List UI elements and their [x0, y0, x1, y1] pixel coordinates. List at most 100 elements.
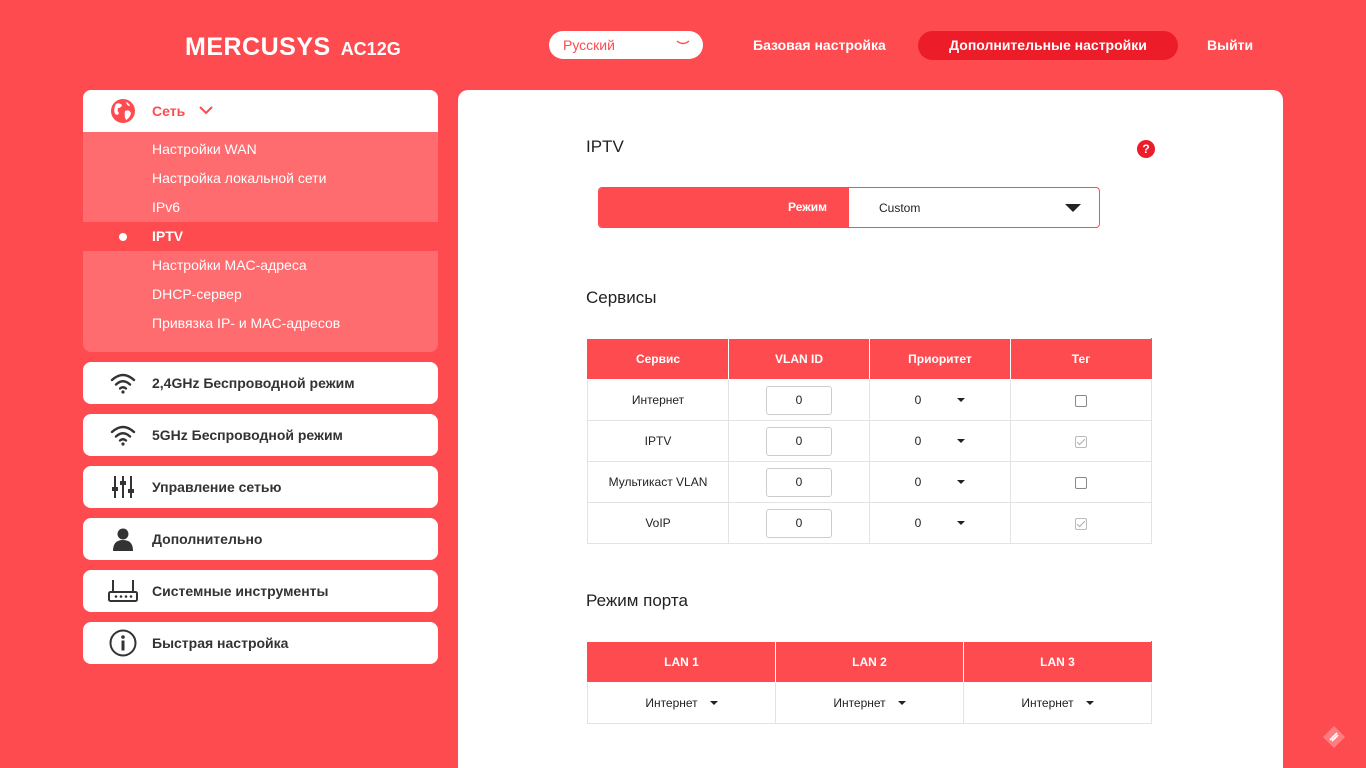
caret-down-icon [957, 480, 966, 484]
sidebar-item-advanced[interactable]: Дополнительно [83, 518, 438, 560]
model-name: AC12G [340, 39, 401, 59]
tag-checkbox[interactable] [1075, 435, 1087, 448]
submenu-item-mac[interactable]: Настройки MAC-адреса [83, 251, 438, 280]
sidebar-item-system-tools-label: Системные инструменты [152, 583, 329, 599]
active-dot-icon [119, 233, 127, 241]
caret-down-icon [1065, 204, 1081, 212]
help-icon[interactable]: ? [1137, 140, 1155, 158]
feedback-icon[interactable] [1322, 725, 1346, 749]
mode-value: Custom [879, 200, 921, 215]
sidebar-item-advanced-label: Дополнительно [152, 531, 263, 547]
priority-select[interactable]: 0 [915, 475, 966, 489]
table-row: Интернет Интернет Интернет [587, 682, 1152, 724]
vlan-id-input[interactable] [766, 467, 832, 497]
priority-select[interactable]: 0 [915, 434, 966, 448]
router-icon [108, 576, 138, 606]
sidebar-item-network-control[interactable]: Управление сетью [83, 466, 438, 508]
user-icon [108, 524, 138, 554]
table-row: Мультикаст VLAN 0 [587, 461, 1152, 503]
priority-select[interactable]: 0 [915, 516, 966, 530]
caret-down-icon [957, 398, 966, 402]
sidebar-item-network-label: Сеть [152, 103, 186, 119]
lan3-mode-select[interactable]: Интернет [1021, 696, 1094, 710]
brand-logo: MERCUSYS AC12G [185, 33, 401, 62]
services-table: Сервис VLAN ID Приоритет Тег Интернет 0 … [587, 338, 1152, 544]
tag-checkbox[interactable] [1075, 517, 1087, 530]
priority-value: 0 [914, 475, 922, 489]
col-lan3: LAN 3 [963, 641, 1152, 683]
tag-checkbox[interactable] [1075, 476, 1087, 489]
nav-advanced-settings[interactable]: Дополнительные настройки [918, 31, 1178, 60]
services-title: Сервисы [586, 288, 657, 307]
priority-select[interactable]: 0 [915, 393, 966, 407]
sidebar-item-network[interactable]: Сеть [83, 90, 438, 132]
chevron-down-icon [675, 36, 691, 55]
caret-down-icon [709, 701, 718, 705]
submenu-item-lan[interactable]: Настройка локальной сети [83, 164, 438, 193]
caret-down-icon [1085, 701, 1094, 705]
sidebar-item-wireless-5-label: 5GHz Беспроводной режим [152, 427, 343, 443]
lan3-mode-value: Интернет [1021, 696, 1074, 710]
caret-down-icon [897, 701, 906, 705]
col-priority: Приоритет [869, 338, 1011, 380]
vlan-id-input[interactable] [766, 508, 832, 538]
port-mode-title: Режим порта [586, 591, 688, 610]
submenu-item-iptv[interactable]: IPTV [83, 222, 438, 251]
services-header-row: Сервис VLAN ID Приоритет Тег [587, 338, 1152, 380]
service-name: Мультикаст VLAN [587, 461, 729, 503]
lan1-mode-value: Интернет [645, 696, 698, 710]
submenu-item-ip-mac-binding[interactable]: Привязка IP- и MAC-адресов [83, 309, 438, 338]
service-name: VoIP [587, 502, 729, 544]
chevron-down-icon [199, 102, 213, 120]
col-tag: Тег [1010, 338, 1152, 380]
info-icon [108, 628, 138, 658]
mode-label: Режим [599, 188, 849, 227]
globe-icon [108, 96, 138, 126]
service-name: Интернет [587, 379, 729, 421]
sidebar-item-wireless-24[interactable]: 2,4GHz Беспроводной режим [83, 362, 438, 404]
nav-exit[interactable]: Выйти [1207, 31, 1253, 60]
sidebar-item-wireless-24-label: 2,4GHz Беспроводной режим [152, 375, 355, 391]
col-lan2: LAN 2 [775, 641, 964, 683]
submenu-item-ipv6[interactable]: IPv6 [83, 193, 438, 222]
vlan-id-input[interactable] [766, 385, 832, 415]
submenu-item-dhcp[interactable]: DHCP-сервер [83, 280, 438, 309]
sidebar-item-wireless-5[interactable]: 5GHz Беспроводной режим [83, 414, 438, 456]
network-submenu: Настройки WAN Настройка локальной сети I… [83, 132, 438, 338]
vlan-id-input[interactable] [766, 426, 832, 456]
table-row: VoIP 0 [587, 502, 1152, 544]
port-header-row: LAN 1 LAN 2 LAN 3 [587, 641, 1152, 683]
brand-name: MERCUSYS [185, 33, 331, 61]
col-lan1: LAN 1 [587, 641, 776, 683]
caret-down-icon [957, 439, 966, 443]
priority-value: 0 [914, 393, 922, 407]
sidebar-network-group: Сеть Настройки WAN Настройка локальной с… [83, 90, 438, 352]
col-service: Сервис [587, 338, 729, 380]
main-panel: IPTV ? Режим Custom Сервисы Сервис VLAN … [458, 90, 1283, 768]
lan2-mode-value: Интернет [833, 696, 886, 710]
nav-basic-settings[interactable]: Базовая настройка [753, 31, 886, 60]
sidebar-item-quick-setup-label: Быстрая настройка [152, 635, 289, 651]
port-mode-table: LAN 1 LAN 2 LAN 3 Интернет Интернет Инте… [587, 641, 1152, 724]
table-row: Интернет 0 [587, 379, 1152, 421]
table-row: IPTV 0 [587, 420, 1152, 462]
col-vlan-id: VLAN ID [728, 338, 870, 380]
service-name: IPTV [587, 420, 729, 462]
language-value: Русский [563, 37, 615, 53]
sidebar-item-quick-setup[interactable]: Быстрая настройка [83, 622, 438, 664]
tag-checkbox[interactable] [1075, 394, 1087, 407]
language-select[interactable]: Русский [549, 31, 703, 59]
sidebar-item-system-tools[interactable]: Системные инструменты [83, 570, 438, 612]
caret-down-icon [957, 521, 966, 525]
priority-value: 0 [914, 434, 922, 448]
lan1-mode-select[interactable]: Интернет [645, 696, 718, 710]
submenu-item-iptv-label: IPTV [152, 228, 184, 244]
lan2-mode-select[interactable]: Интернет [833, 696, 906, 710]
sidebar-item-network-control-label: Управление сетью [152, 479, 282, 495]
mode-select[interactable]: Custom [849, 188, 1099, 227]
sliders-icon [108, 472, 138, 502]
mode-row: Режим Custom [598, 187, 1100, 228]
submenu-item-wan[interactable]: Настройки WAN [83, 135, 438, 164]
iptv-title: IPTV [586, 137, 624, 156]
wifi-icon [108, 420, 138, 450]
